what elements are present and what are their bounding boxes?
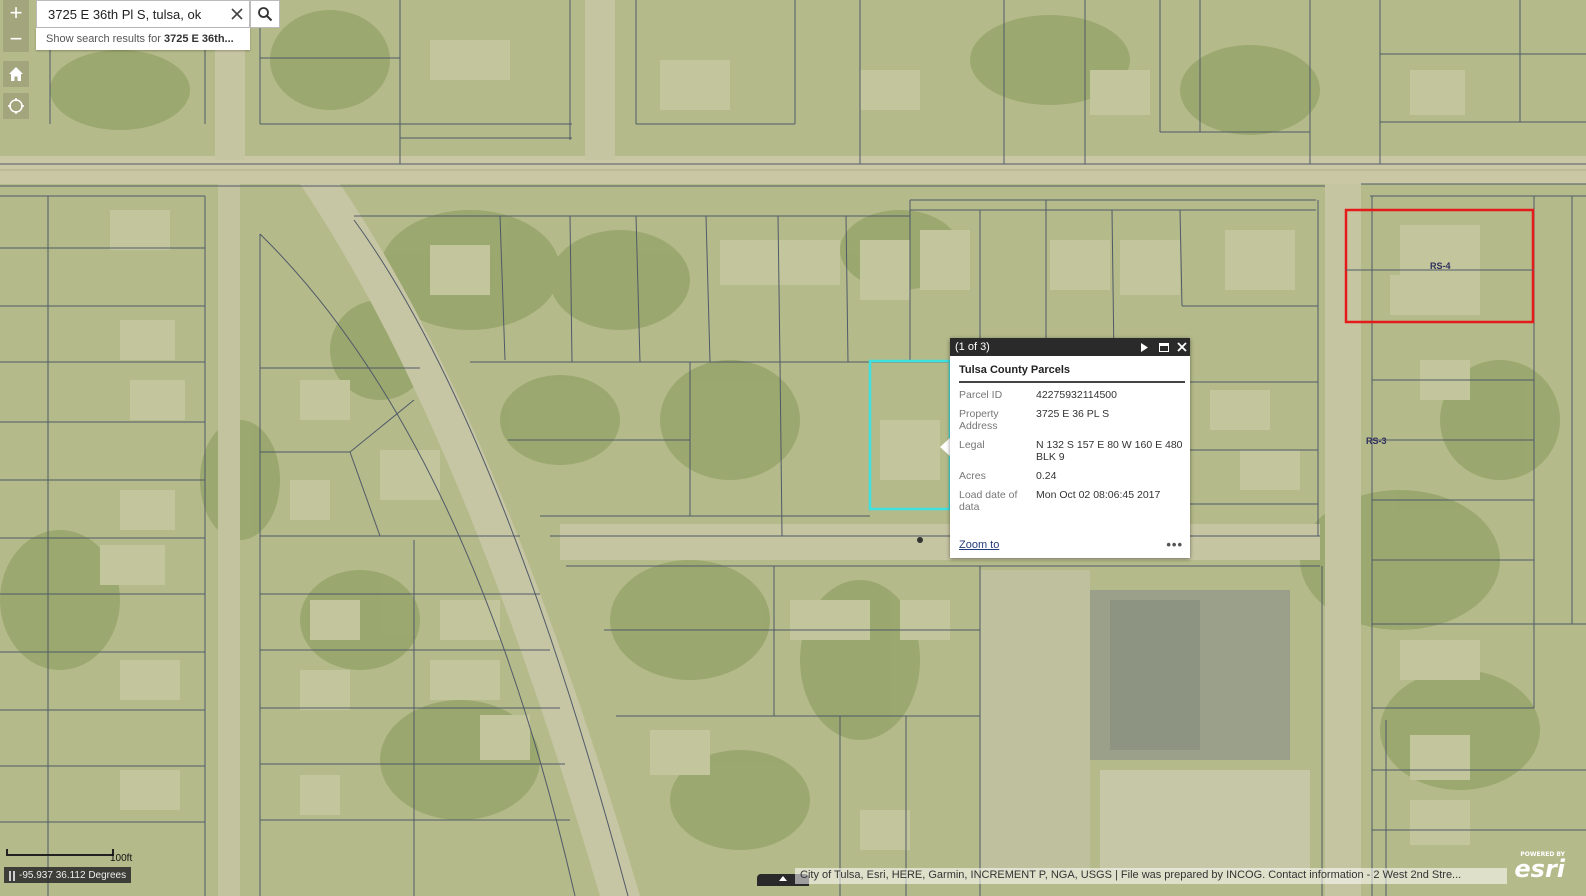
zoning-label: RS-4 [1430, 261, 1451, 271]
search-widget [36, 0, 250, 28]
locate-icon [8, 98, 24, 114]
attribute-row: Property Address 3725 E 36 PL S [959, 408, 1186, 439]
esri-wordmark: esri [1514, 855, 1565, 883]
attribute-row: Parcel ID 42275932114500 [959, 389, 1186, 408]
attribute-value: Mon Oct 02 08:06:45 2017 [1036, 489, 1161, 501]
attribute-label: Parcel ID [959, 389, 1003, 401]
popup-header: (1 of 3) [950, 338, 1190, 356]
location-marker [917, 537, 923, 543]
suggestion-prefix: Show search results for [46, 33, 164, 45]
attribute-row: Load date of data Mon Oct 02 08:06:45 20… [959, 489, 1186, 520]
maximize-button[interactable] [1157, 340, 1171, 354]
attribute-value: 42275932114500 [1036, 389, 1117, 401]
attribute-label: Legal [959, 439, 985, 451]
home-icon [9, 67, 23, 81]
map-view[interactable]: RS-4 RS-3 [0, 0, 1586, 896]
feature-popup: (1 of 3) Tulsa County Parcels Parcel ID … [950, 338, 1190, 558]
next-feature-button[interactable] [1137, 340, 1151, 354]
attribute-label: Property Address [959, 408, 999, 432]
maximize-icon [1159, 342, 1169, 352]
esri-logo[interactable]: POWERED BY esri [1509, 851, 1565, 885]
search-button[interactable] [250, 0, 280, 28]
attribute-value: 3725 E 36 PL S [1036, 408, 1110, 420]
search-icon [258, 7, 273, 22]
locate-button[interactable] [3, 93, 29, 119]
coordinate-readout[interactable]: -95.937 36.112 Degrees [4, 867, 132, 883]
search-input[interactable] [37, 1, 225, 27]
attribute-value: 0.24 [1036, 470, 1057, 482]
attribute-table: Parcel ID 42275932114500 Property Addres… [959, 389, 1186, 520]
more-actions-button[interactable]: ••• [1166, 537, 1183, 552]
attribute-value: N 132 S 157 E 80 W 160 E 480 BLK 9 [1036, 439, 1183, 463]
play-icon [1141, 342, 1148, 352]
close-icon [231, 8, 243, 20]
attribution-bar[interactable]: City of Tulsa, Esri, HERE, Garmin, INCRE… [795, 868, 1507, 884]
scale-bar [6, 849, 114, 856]
zoom-out-button[interactable]: − [3, 26, 29, 52]
attribute-row: Acres 0.24 [959, 470, 1186, 489]
home-button[interactable] [3, 61, 29, 87]
zoning-label: RS-3 [1366, 436, 1387, 446]
suggestion-term: 3725 E 36th... [164, 33, 234, 45]
attribute-row: Legal N 132 S 157 E 80 W 160 E 480 BLK 9 [959, 439, 1186, 470]
attribute-label: Acres [959, 470, 986, 482]
selected-parcel-outline[interactable] [868, 359, 952, 511]
popup-counter: (1 of 3) [955, 341, 990, 353]
coordinate-toggle-icon [9, 870, 15, 881]
zoom-in-button[interactable]: + [3, 0, 29, 26]
scale-label: 100ft [110, 853, 133, 864]
clear-search-button[interactable] [225, 1, 249, 27]
chevron-up-icon [779, 876, 787, 881]
attribute-label: Load date of data [959, 489, 1018, 513]
parcel-highlights [868, 208, 1535, 543]
popup-footer: Zoom to ••• [959, 537, 1183, 552]
close-popup-button[interactable] [1175, 340, 1189, 354]
coordinate-text: -95.937 36.112 Degrees [19, 870, 127, 881]
search-suggestion[interactable]: Show search results for 3725 E 36th... [36, 28, 250, 50]
zoom-to-link[interactable]: Zoom to [959, 539, 999, 551]
close-icon [1177, 342, 1187, 352]
popup-layer-title: Tulsa County Parcels [959, 364, 1185, 383]
